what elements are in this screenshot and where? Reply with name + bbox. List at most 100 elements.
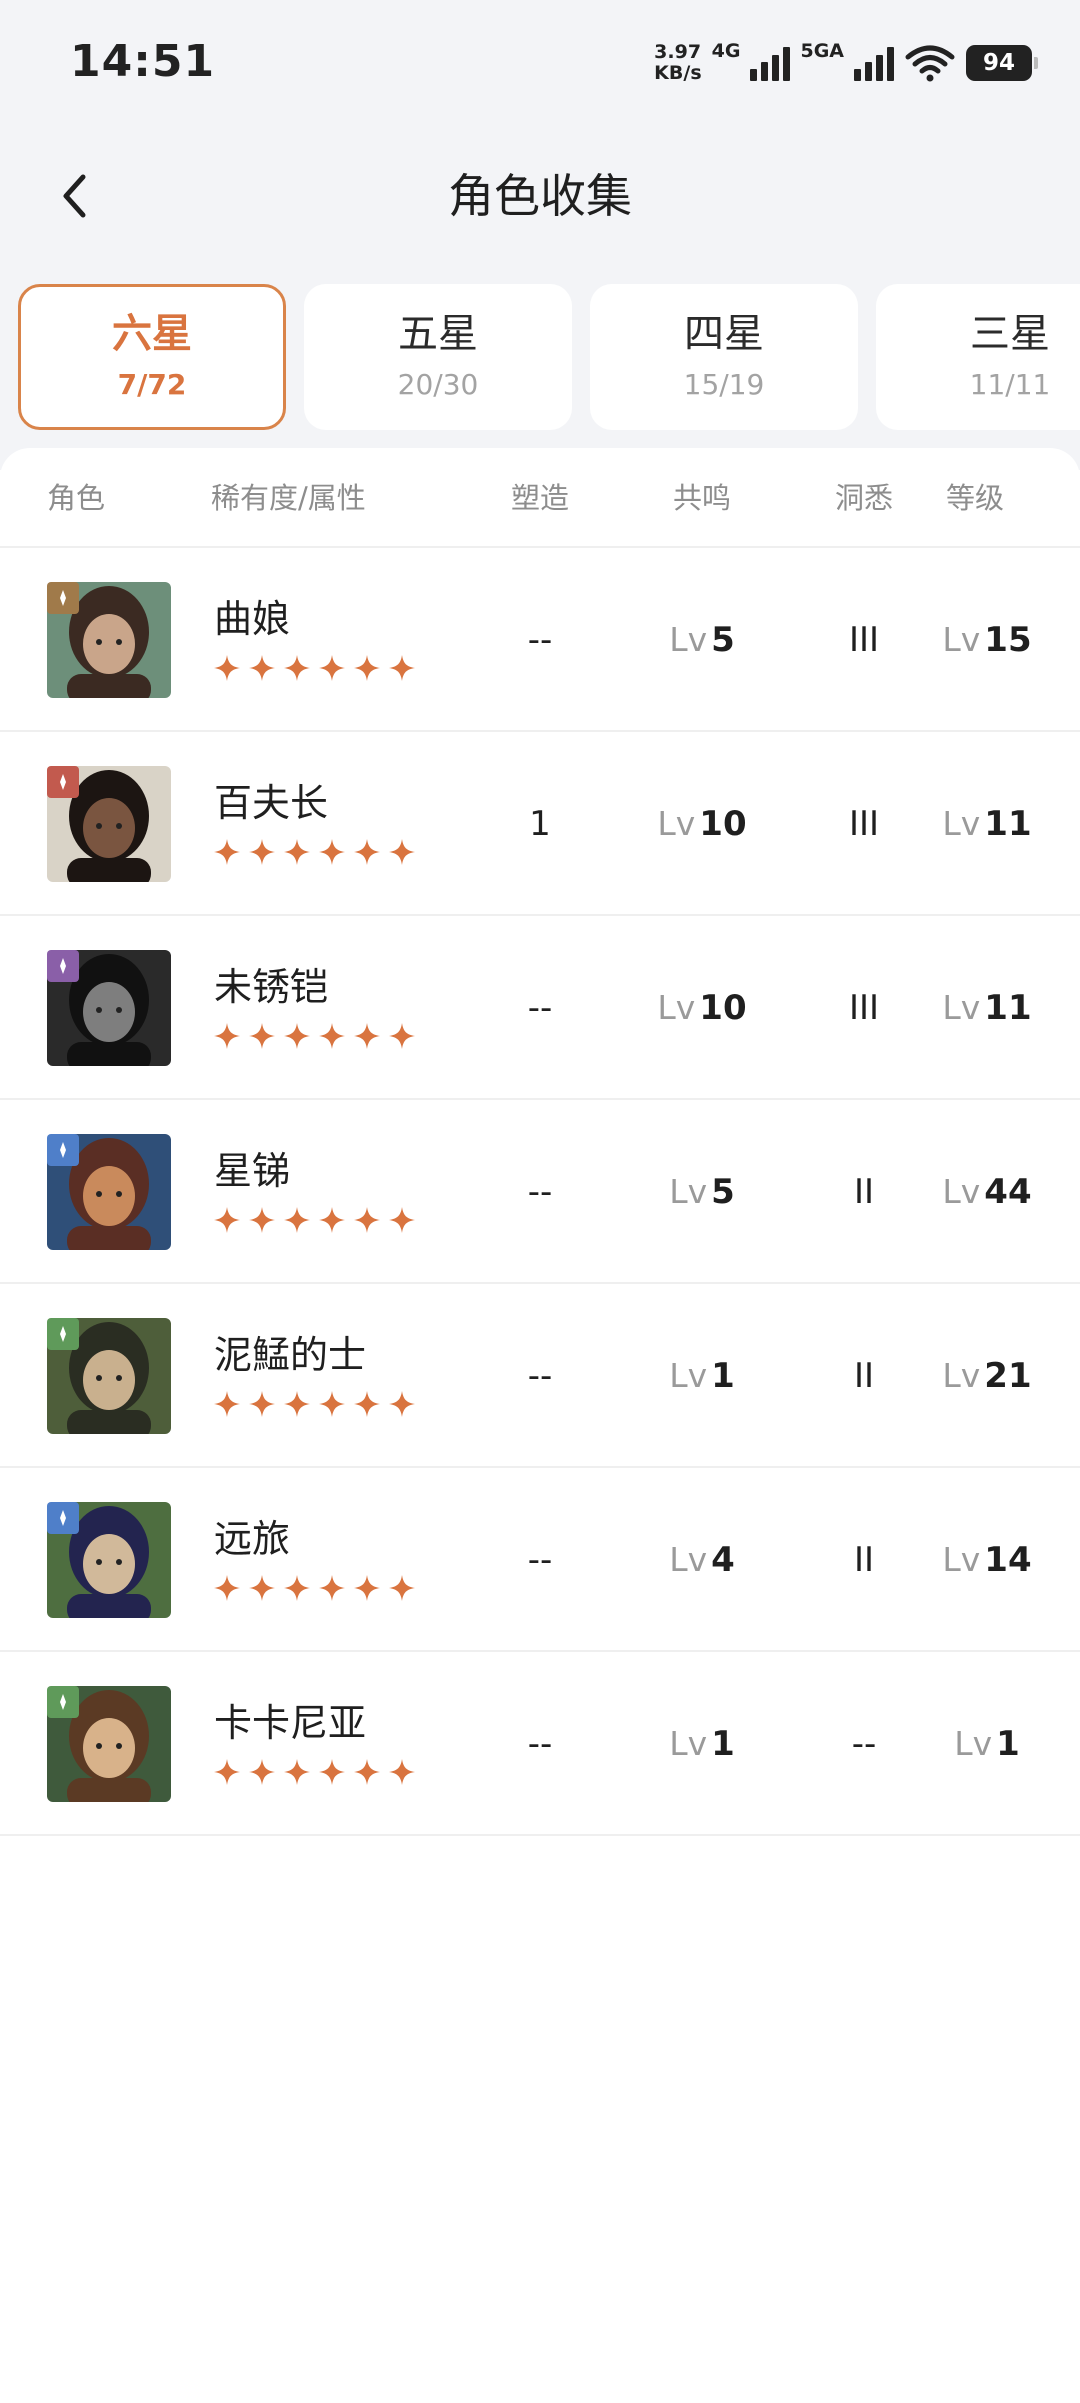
resonance-cell: Lv 1: [669, 1350, 735, 1402]
resonance-value: 10: [699, 988, 747, 1028]
lv-prefix: Lv: [669, 1356, 708, 1395]
lv-prefix: Lv: [669, 1724, 708, 1763]
net-speed-value: 3.97: [654, 41, 702, 63]
star-icon: [283, 838, 311, 866]
shaping-value: --: [527, 1356, 553, 1396]
insight-value: II: [853, 1172, 875, 1212]
status-bar: 14:51 3.97 KB/s 4G 5GA 94: [0, 0, 1080, 130]
rarity-tabs: 六星 7/72 五星 20/30 四星 15/19 三星 11/11: [18, 284, 1080, 430]
column-rarity[interactable]: 稀有度/属性: [211, 478, 366, 518]
tab-count: 11/11: [969, 368, 1051, 401]
element-icon-green: [47, 1318, 79, 1350]
lv-prefix: Lv: [657, 804, 696, 843]
lv-prefix: Lv: [669, 620, 708, 659]
star-icon: [388, 1022, 416, 1050]
star-icon: [248, 1206, 276, 1234]
character-row[interactable]: 远旅 -- Lv 4 II Lv 14: [0, 1468, 1080, 1652]
tab-count: 15/19: [683, 368, 765, 401]
rarity-stars: [213, 838, 416, 866]
shaping-value: --: [527, 1724, 553, 1764]
character-name: 远旅: [214, 1517, 291, 1561]
character-row[interactable]: 星锑 -- Lv 5 II Lv 44: [0, 1100, 1080, 1284]
star-icon: [283, 1022, 311, 1050]
level-cell: Lv 11: [942, 798, 1031, 850]
character-row[interactable]: 百夫长 1 Lv 10 III Lv 11: [0, 732, 1080, 916]
column-level[interactable]: 等级: [946, 478, 1004, 518]
level-cell: Lv 1: [954, 1718, 1020, 1770]
level-cell: Lv 14: [942, 1534, 1031, 1586]
rarity-stars: [213, 1758, 416, 1786]
shaping-value: --: [527, 620, 553, 660]
character-name: 泥鯭的士: [214, 1333, 367, 1377]
star-icon: [213, 1022, 241, 1050]
tab-six-star[interactable]: 六星 7/72: [18, 284, 286, 430]
level-cell: Lv 44: [942, 1166, 1031, 1218]
rarity-stars: [213, 654, 416, 682]
character-name: 卡卡尼亚: [214, 1701, 367, 1745]
element-icon-red: [47, 766, 79, 798]
tab-label: 四星: [684, 311, 764, 357]
tab-five-star[interactable]: 五星 20/30: [304, 284, 572, 430]
shaping-value: 1: [529, 804, 551, 844]
battery-indicator: 94: [966, 45, 1038, 81]
insight-value: III: [848, 988, 880, 1028]
resonance-cell: Lv 10: [657, 798, 746, 850]
column-insight[interactable]: 洞悉: [835, 478, 893, 518]
column-shaping[interactable]: 塑造: [511, 478, 569, 518]
column-resonance[interactable]: 共鸣: [673, 478, 731, 518]
star-icon: [388, 1574, 416, 1602]
net-type-4g: 4G: [711, 40, 741, 62]
tab-label: 五星: [398, 311, 478, 357]
star-icon: [318, 1022, 346, 1050]
lv-prefix: Lv: [942, 1540, 981, 1579]
resonance-value: 5: [711, 620, 735, 660]
star-icon: [353, 654, 381, 682]
shaping-value: --: [527, 1540, 553, 1580]
resonance-value: 1: [711, 1356, 735, 1396]
character-list: 角色 稀有度/属性 塑造 共鸣 洞悉 等级 曲娘 -- Lv 5 III Lv 15 百夫长 1…: [0, 448, 1080, 2403]
star-icon: [318, 1574, 346, 1602]
level-value: 11: [984, 988, 1032, 1028]
resonance-value: 10: [699, 804, 747, 844]
tab-label: 三星: [970, 311, 1050, 357]
star-icon: [353, 1574, 381, 1602]
signal-icon-2: [854, 45, 894, 81]
lv-prefix: Lv: [942, 1172, 981, 1211]
lv-prefix: Lv: [942, 804, 981, 843]
tab-label: 六星: [112, 311, 192, 357]
rarity-stars: [213, 1206, 416, 1234]
star-icon: [213, 1758, 241, 1786]
resonance-value: 4: [711, 1540, 735, 1580]
star-icon: [318, 1758, 346, 1786]
character-row[interactable]: 泥鯭的士 -- Lv 1 II Lv 21: [0, 1284, 1080, 1468]
star-icon: [283, 1206, 311, 1234]
star-icon: [318, 838, 346, 866]
level-value: 14: [984, 1540, 1032, 1580]
insight-value: --: [851, 1724, 877, 1764]
net-speed: 3.97 KB/s: [654, 42, 701, 84]
net-type-5ga: 5GA: [800, 40, 844, 62]
level-cell: Lv 21: [942, 1350, 1031, 1402]
column-character[interactable]: 角色: [47, 478, 105, 518]
star-icon: [388, 1758, 416, 1786]
character-row[interactable]: 未锈铠 -- Lv 10 III Lv 11: [0, 916, 1080, 1100]
star-icon: [353, 1390, 381, 1418]
character-row[interactable]: 卡卡尼亚 -- Lv 1 -- Lv 1: [0, 1652, 1080, 1836]
resonance-value: 5: [711, 1172, 735, 1212]
character-name: 曲娘: [214, 597, 291, 641]
level-value: 44: [984, 1172, 1032, 1212]
character-row[interactable]: 曲娘 -- Lv 5 III Lv 15: [0, 548, 1080, 732]
tab-four-star[interactable]: 四星 15/19: [590, 284, 858, 430]
star-icon: [318, 1206, 346, 1234]
star-icon: [283, 1758, 311, 1786]
lv-prefix: Lv: [657, 988, 696, 1027]
element-icon-purple: [47, 950, 79, 982]
lv-prefix: Lv: [954, 1724, 993, 1763]
tab-three-star[interactable]: 三星 11/11: [876, 284, 1080, 430]
element-icon-blue: [47, 1134, 79, 1166]
star-icon: [318, 654, 346, 682]
star-icon: [248, 654, 276, 682]
star-icon: [283, 1574, 311, 1602]
lv-prefix: Lv: [669, 1540, 708, 1579]
star-icon: [213, 1206, 241, 1234]
